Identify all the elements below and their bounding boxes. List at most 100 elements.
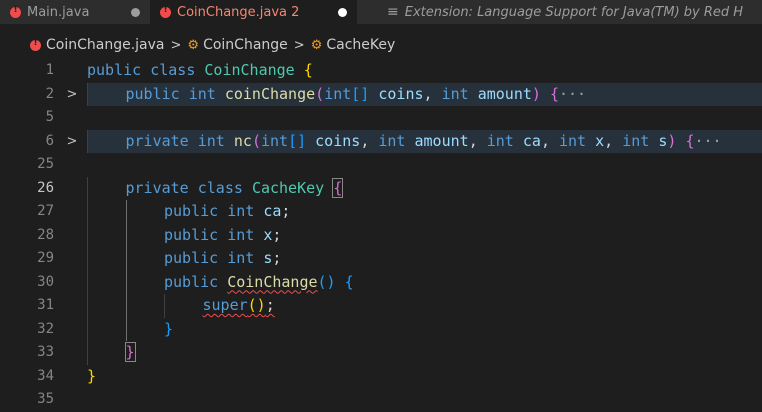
code-token: } [87, 366, 97, 385]
code-text: } [87, 365, 96, 389]
code-line[interactable]: 30 public CoinChange() { [0, 270, 762, 294]
code-token: ; [272, 225, 282, 244]
breadcrumb-inner-label: CacheKey [326, 37, 396, 53]
code-line[interactable]: 32} [0, 317, 762, 341]
line-number: 1 [45, 62, 54, 78]
code-line-content: public class CoinChange { [87, 59, 762, 83]
code-token: { [303, 61, 313, 79]
code-token: int [559, 131, 587, 150]
indent-guide [125, 247, 127, 271]
code-token: int [441, 84, 469, 103]
line-number: 35 [37, 391, 54, 407]
code-token: ; [281, 202, 291, 220]
code-line-content: } [87, 317, 762, 341]
code-token: nc [233, 131, 252, 150]
java-error-icon [10, 5, 21, 18]
code-text: } [124, 341, 136, 365]
breadcrumb: CoinChange.java > ⚙ CoinChange > ⚙ Cache… [0, 34, 762, 56]
line-number: 34 [37, 367, 54, 384]
code-token: , [423, 84, 442, 103]
indent-guide [87, 223, 88, 247]
code-token: ca [263, 202, 282, 220]
code-token: amount [477, 84, 532, 103]
code-line[interactable]: 33} [0, 341, 762, 365]
code-token: int [378, 131, 406, 150]
code-line-content: super(); [87, 294, 762, 318]
indent-guide [125, 317, 127, 341]
code-text: public int x; [164, 224, 281, 248]
code-token: int [260, 131, 289, 150]
line-number: 29 [37, 250, 54, 266]
code-token: class [150, 61, 196, 79]
code-token: () [317, 272, 336, 291]
code-token: int [227, 249, 255, 267]
code-token: x [595, 131, 605, 150]
code-token: ) [531, 84, 541, 103]
fold-chevron-icon[interactable]: > [66, 83, 78, 107]
indent-guide [125, 223, 127, 247]
code-line[interactable]: 35 [0, 388, 762, 412]
code-text: private int nc(int[] coins, int amount, … [126, 130, 722, 154]
breadcrumb-file-label: CoinChange.java [46, 37, 165, 53]
tab-extension-preview[interactable]: ≡ Extension: Language Support for Java(T… [357, 0, 762, 24]
code-line[interactable]: 6 > private int nc(int[] coins, int amount… [0, 129, 762, 154]
code-token: class [197, 178, 243, 197]
fold-chevron-icon[interactable]: > [66, 130, 78, 154]
code-token: public [125, 84, 180, 103]
breadcrumb-class[interactable]: ⚙ CoinChange [187, 37, 287, 53]
code-line[interactable]: 34} [0, 365, 762, 389]
code-token: CoinChange [227, 272, 318, 291]
indent-guide [87, 82, 88, 106]
java-error-icon [160, 5, 171, 18]
code-token: ··· [559, 84, 587, 103]
code-line-content: public int coinChange(int[] coins, int a… [87, 82, 762, 106]
breadcrumb-inner-class[interactable]: ⚙ CacheKey [311, 37, 396, 53]
tab-main-java[interactable]: Main.java [0, 0, 150, 24]
indent-guide [87, 129, 88, 153]
code-line[interactable]: 25 [0, 153, 762, 177]
code-line[interactable]: 29 public int s; [0, 247, 762, 271]
code-token: CacheKey [251, 178, 325, 197]
code-line[interactable]: 2 > public int coinChange(int[] coins, int… [0, 82, 762, 107]
code-token: int [227, 202, 255, 220]
code-token: ( [251, 131, 261, 150]
code-line[interactable]: 28 public int x; [0, 223, 762, 248]
code-line[interactable]: 27 public int ca; [0, 200, 762, 224]
unsaved-dot-icon[interactable] [131, 7, 140, 17]
tab-coinchange-java[interactable]: CoinChange.java 2 [150, 0, 357, 24]
code-token: public [164, 202, 219, 220]
code-token: , [604, 131, 623, 150]
breadcrumb-class-label: CoinChange [203, 37, 288, 53]
code-line[interactable]: 26 private class CacheKey { [0, 176, 762, 200]
indent-guide [87, 341, 88, 365]
code-line[interactable]: 5 [0, 106, 762, 130]
line-number: 31 [37, 297, 54, 313]
code-token: public [164, 249, 219, 267]
code-token: { [332, 177, 344, 198]
code-text: super(); [203, 294, 275, 318]
code-line[interactable]: 31 super(); [0, 294, 762, 318]
code-line[interactable]: 1 public class CoinChange { [0, 59, 762, 83]
chevron-right-icon: > [170, 37, 182, 53]
code-token: { [344, 272, 354, 291]
unsaved-dot-icon[interactable] [338, 7, 347, 17]
line-number: 28 [37, 226, 54, 243]
breadcrumb-file[interactable]: CoinChange.java [30, 37, 165, 53]
code-token: amount [414, 131, 469, 150]
editor-tab-bar: Main.java CoinChange.java 2 ≡ Extension:… [0, 0, 762, 24]
code-editor[interactable]: 1 public class CoinChange {2 > public int c… [0, 59, 762, 410]
